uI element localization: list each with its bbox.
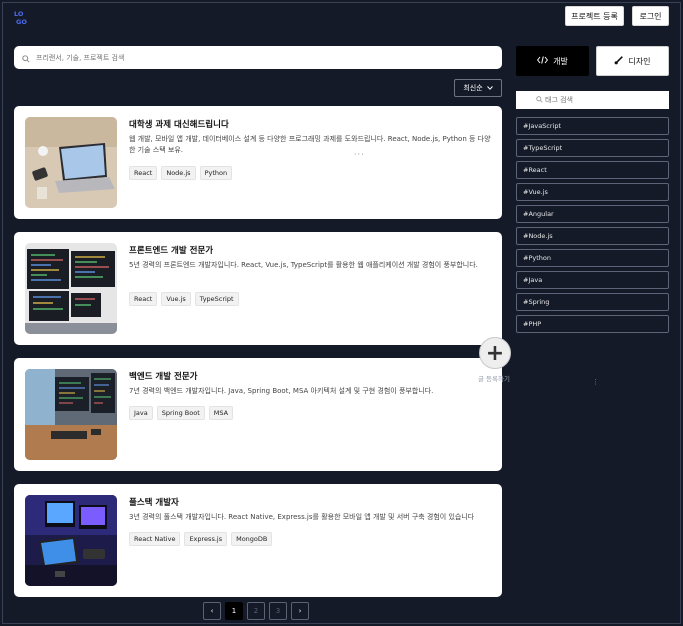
freelancer-card[interactable]: 프론트엔드 개발 전문가 5년 경력의 프론트엔드 개발자입니다. React,… (14, 232, 502, 345)
tag-filter-angular[interactable]: #Angular (516, 205, 669, 223)
search-bar[interactable] (14, 46, 502, 69)
card-tags: React Vue.js TypeScript (129, 292, 239, 306)
tag-filter-php[interactable]: #PHP (516, 315, 669, 333)
tag-filter-python[interactable]: #Python (516, 249, 669, 267)
card-title: 프론트엔드 개발 전문가 (129, 246, 214, 256)
tab-label: 개발 (553, 56, 568, 66)
register-project-button[interactable]: 프로젝트 등록 (565, 6, 624, 26)
page-button-1[interactable]: 1 (225, 602, 243, 620)
card-tags: React Node.js Python (129, 166, 233, 180)
skill-tag[interactable]: Vue.js (161, 292, 191, 306)
card-thumbnail (25, 495, 117, 586)
vertical-dots: ⋮ (592, 378, 600, 386)
search-icon (22, 48, 30, 67)
card-description: 5년 경력의 프론트엔드 개발자입니다. React, Vue.js, Type… (129, 261, 478, 269)
pagination: ‹ 1 2 3 › (203, 602, 309, 620)
freelancer-card[interactable]: 백엔드 개발 전문가 7년 경력의 백엔드 개발자입니다. Java, Spri… (14, 358, 502, 471)
card-tags: Java Spring Boot MSA (129, 406, 234, 420)
tag-search-input[interactable]: 태그 검색 (516, 91, 669, 109)
next-page-button[interactable]: › (291, 602, 309, 620)
skill-tag[interactable]: React Native (129, 532, 181, 546)
svg-text:LO: LO (14, 10, 24, 18)
card-description: 웹 개발, 모바일 앱 개발, 데이터베이스 설계 등 다양한 프로그래밍 과제… (129, 135, 491, 154)
login-button[interactable]: 로그인 (632, 6, 669, 26)
skill-tag[interactable]: React (129, 166, 158, 180)
tag-filter-javascript[interactable]: #JavaScript (516, 117, 669, 135)
card-description: 3년 경력의 풀스택 개발자입니다. React Native, Express… (129, 513, 475, 521)
card-title: 풀스택 개발자 (129, 498, 179, 508)
tag-filter-vuejs[interactable]: #Vue.js (516, 183, 669, 201)
tag-filter-react[interactable]: #React (516, 161, 669, 179)
prev-page-button[interactable]: ‹ (203, 602, 221, 620)
logo[interactable]: LO GO (14, 9, 30, 26)
page-button-2[interactable]: 2 (247, 602, 265, 620)
tag-search-placeholder: 태그 검색 (545, 96, 573, 104)
skill-tag[interactable]: MongoDB (231, 532, 273, 546)
search-input[interactable] (36, 53, 476, 62)
card-title: 대학생 과제 대신해드립니다 (129, 120, 229, 130)
tag-filter-nodejs[interactable]: #Node.js (516, 227, 669, 245)
skill-tag[interactable]: Python (199, 166, 233, 180)
tab-design[interactable]: 디자인 (596, 46, 669, 76)
tab-development[interactable]: 개발 (516, 46, 589, 76)
card-tags: React Native Express.js MongoDB (129, 532, 273, 546)
tab-label: 디자인 (628, 56, 651, 66)
skill-tag[interactable]: React (129, 292, 158, 306)
sort-dropdown[interactable]: 최신순 (454, 79, 502, 97)
tag-filter-java[interactable]: #Java (516, 271, 669, 289)
card-thumbnail (25, 243, 117, 334)
card-thumbnail (25, 117, 117, 208)
card-description: 7년 경력의 백엔드 개발자입니다. Java, Spring Boot, MS… (129, 387, 434, 395)
page-button-3[interactable]: 3 (269, 602, 287, 620)
brush-icon (614, 55, 624, 67)
freelancer-card[interactable]: 대학생 과제 대신해드립니다 웹 개발, 모바일 앱 개발, 데이터베이스 설계… (14, 106, 502, 219)
search-icon (536, 96, 543, 105)
skill-tag[interactable]: Node.js (161, 166, 196, 180)
card-title: 백엔드 개발 전문가 (129, 372, 198, 382)
svg-text:GO: GO (16, 18, 27, 25)
tag-filter-spring[interactable]: #Spring (516, 293, 669, 311)
freelancer-card[interactable]: 풀스택 개발자 3년 경력의 풀스택 개발자입니다. React Native,… (14, 484, 502, 597)
add-post-label: 글 등록하기 (478, 375, 510, 383)
more-dots: ··· (354, 150, 365, 159)
tag-filter-typescript[interactable]: #TypeScript (516, 139, 669, 157)
skill-tag[interactable]: TypeScript (194, 292, 239, 306)
chevron-down-icon (486, 84, 493, 92)
skill-tag[interactable]: MSA (208, 406, 234, 420)
add-post-button[interactable]: + (479, 337, 511, 369)
card-thumbnail (25, 369, 117, 460)
skill-tag[interactable]: Spring Boot (156, 406, 205, 420)
plus-icon: + (485, 340, 505, 366)
skill-tag[interactable]: Express.js (184, 532, 228, 546)
sort-label: 최신순 (463, 84, 483, 92)
skill-tag[interactable]: Java (129, 406, 153, 420)
code-icon (537, 56, 549, 66)
